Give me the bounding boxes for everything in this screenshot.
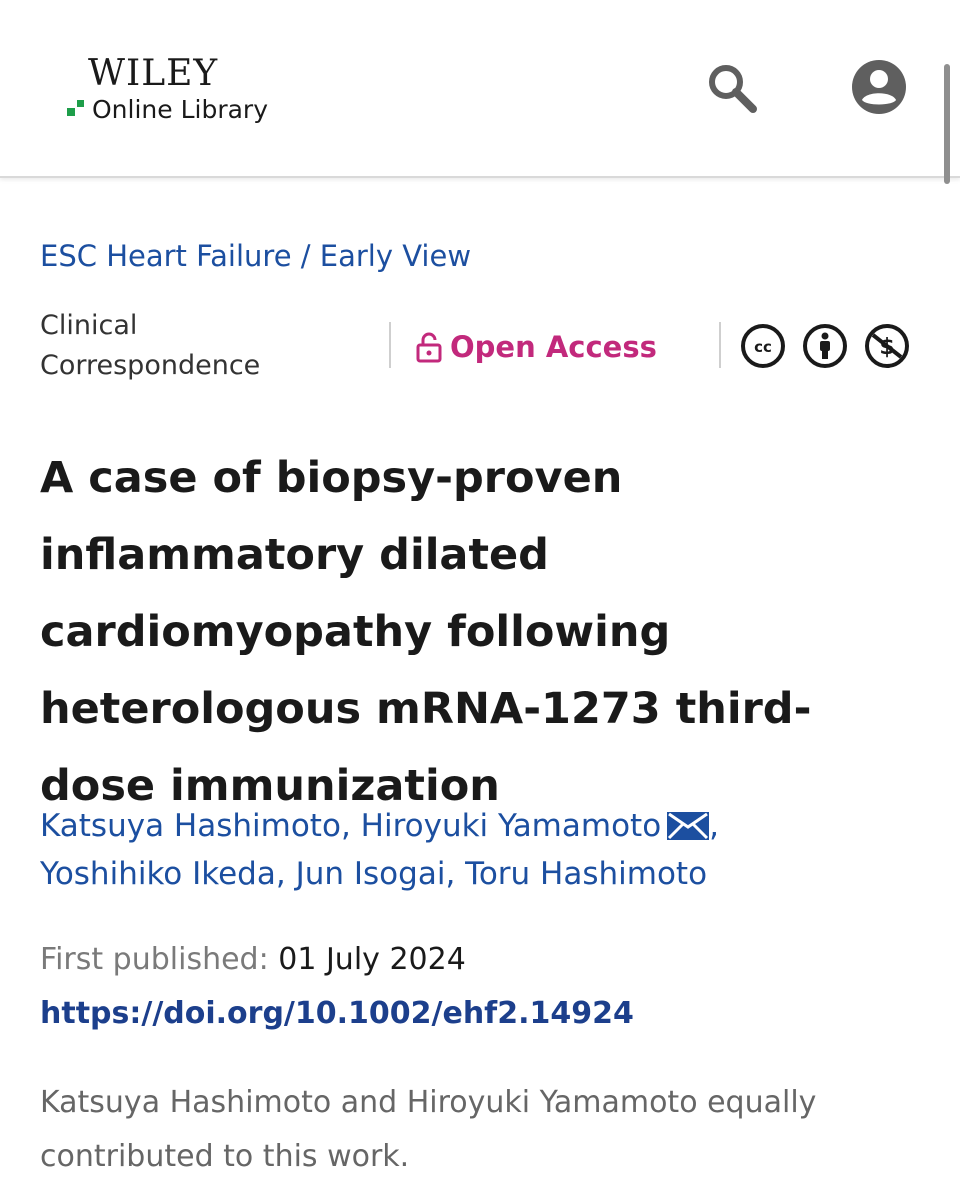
doi-link[interactable]: https://doi.org/10.1002/ehf2.14924 (40, 992, 634, 1036)
scrollbar[interactable] (944, 64, 950, 184)
account-button[interactable] (850, 58, 908, 116)
author-link[interactable]: Yoshihiko Ikeda (40, 856, 276, 892)
open-access-label: Open Access (450, 330, 657, 364)
unlocked-padlock-icon (416, 332, 442, 363)
author-separator: , (709, 808, 720, 844)
logo-brand: WILEY (88, 53, 219, 94)
author-list: Katsuya Hashimoto, Hiroyuki Yamamoto , Y… (40, 802, 920, 898)
article-type-line1: Clinical (40, 310, 138, 341)
open-access-badge: Open Access (416, 325, 657, 369)
site-header: WILEY Online Library (0, 0, 960, 184)
published-label: First published: (40, 942, 269, 977)
article-type-line2: Correspondence (40, 350, 261, 381)
breadcrumb-section[interactable]: Early View (320, 239, 471, 273)
article-title: A case of biopsy-proven inflammatory dil… (40, 453, 812, 811)
article-type: Clinical Correspondence (40, 306, 370, 386)
noncommercial-icon[interactable]: $ (864, 323, 910, 369)
wiley-online-library-logo[interactable]: WILEY Online Library (66, 54, 306, 134)
license-icons[interactable]: cc $ (740, 322, 910, 370)
search-button[interactable] (704, 60, 760, 116)
search-icon (709, 65, 757, 113)
meta-divider (389, 322, 391, 368)
published-date: 01 July 2024 (278, 942, 466, 977)
publication-date: First published: 01 July 2024 (40, 938, 466, 982)
mail-icon[interactable] (667, 812, 710, 840)
author-link[interactable]: Toru Hashimoto (465, 856, 707, 892)
meta-divider (719, 322, 721, 368)
author-link[interactable]: Katsuya Hashimoto (40, 808, 341, 844)
breadcrumb: ESC Heart Failure / Early View (40, 236, 471, 276)
breadcrumb-separator: / (300, 239, 311, 273)
author-link[interactable]: Jun Isogai (296, 856, 446, 892)
author-separator: , (275, 856, 286, 892)
logo-sub: Online Library (92, 95, 269, 124)
breadcrumb-journal[interactable]: ESC Heart Failure (40, 239, 292, 273)
article-page: WILEY Online Library ESC Heart Failure /… (0, 0, 960, 1200)
account-icon (852, 60, 906, 114)
logo-squares-icon (67, 100, 84, 116)
svg-text:cc: cc (754, 338, 772, 356)
author-separator: , (445, 856, 456, 892)
author-link[interactable]: Hiroyuki Yamamoto (361, 808, 662, 844)
author-separator: , (340, 808, 351, 844)
attribution-icon[interactable] (802, 323, 848, 369)
cc-icon[interactable]: cc (740, 323, 786, 369)
contribution-note: Katsuya Hashimoto and Hiroyuki Yamamoto … (40, 1085, 817, 1174)
